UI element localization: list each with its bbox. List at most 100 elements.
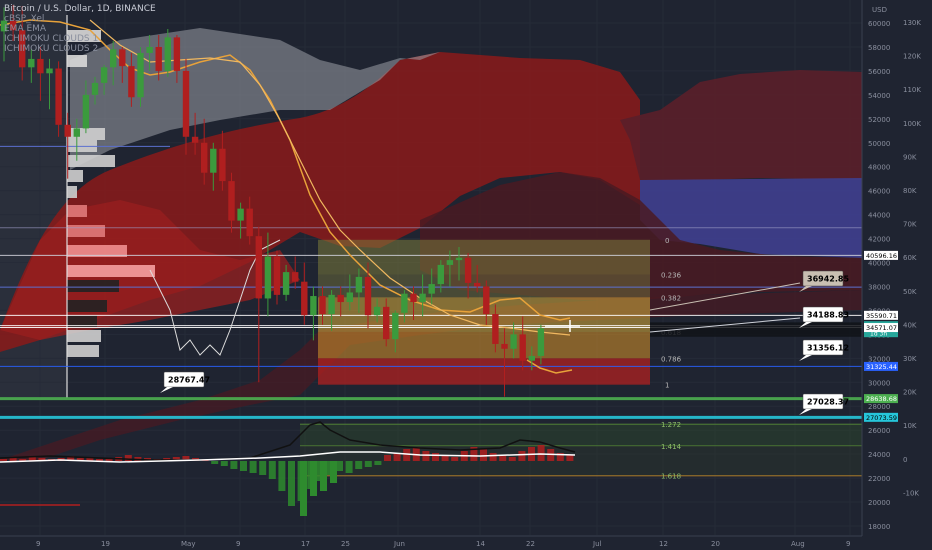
indicator-label[interactable]: cBSP_Xel: [4, 14, 156, 24]
price-axis-tick: 44000: [868, 212, 890, 220]
symbol-title[interactable]: Bitcoin / U.S. Dollar, 1D, BINANCE: [4, 4, 156, 14]
volume-profile-bar: [67, 280, 119, 292]
candle-body: [55, 68, 62, 125]
oscillator-bar: [320, 461, 327, 491]
candle-body: [373, 306, 381, 316]
candle-body: [528, 355, 535, 361]
oscillator-bar: [230, 461, 238, 469]
candle-body: [137, 52, 144, 98]
candle-body: [519, 334, 526, 361]
secondary-axis-tick: 120K: [903, 53, 921, 61]
time-axis-tick: 25: [341, 540, 350, 548]
oscillator-bar: [403, 449, 411, 461]
secondary-axis-tick: 50K: [903, 288, 917, 296]
volume-profile-bar: [67, 225, 105, 237]
price-axis-tick: 28000: [868, 403, 890, 411]
volume-profile-bar: [67, 345, 99, 357]
candle-body: [501, 343, 508, 349]
fib-level-label: 0: [665, 237, 669, 245]
oscillator-bar: [259, 461, 267, 475]
price-axis-label-text: 31325.44: [866, 363, 897, 371]
price-axis-tick: 48000: [868, 164, 890, 172]
time-axis-tick: 9: [846, 540, 850, 548]
time-axis-tick: Aug: [791, 540, 805, 548]
price-axis-label-text: 40596.16: [866, 252, 897, 260]
price-axis-label-text: 28638.68: [866, 395, 897, 403]
chart-window[interactable]: 00.2360.3820.6180.78611.2721.4141.618USD…: [0, 0, 932, 550]
oscillator-bar: [508, 457, 516, 461]
candle-body: [510, 334, 517, 349]
fib-level-label: 1: [665, 382, 669, 390]
candle-body: [464, 257, 472, 283]
fib-level-label: 0.382: [661, 294, 681, 302]
candle-body: [28, 58, 35, 68]
volume-profile-bar: [67, 186, 77, 198]
candle-body: [292, 272, 299, 282]
candle-body: [191, 136, 199, 143]
price-axis-tick: 40000: [868, 260, 890, 268]
price-axis-label-text: 27073.59: [866, 414, 897, 422]
time-axis-tick: 14: [476, 540, 485, 548]
candle-body: [264, 256, 272, 299]
fib-level-label: 1.618: [661, 473, 681, 481]
price-axis-tick: 60000: [868, 20, 890, 28]
candle-body: [301, 281, 308, 316]
volume-profile-bar: [67, 300, 107, 312]
volume-profile-bar: [67, 265, 155, 277]
candle-body: [455, 257, 463, 261]
price-axis-tick: 38000: [868, 283, 890, 291]
fib-zone-0618: [318, 331, 650, 359]
oscillator-bar: [124, 455, 132, 461]
oscillator-bar: [374, 461, 382, 465]
secondary-axis-tick: -10K: [903, 489, 919, 497]
price-axis-label-text: 35590.71: [866, 312, 897, 320]
secondary-axis-tick: 110K: [903, 86, 921, 94]
candle-body: [37, 58, 44, 74]
candle-body: [210, 148, 217, 173]
candle-body: [537, 328, 545, 356]
oscillator-bar: [480, 449, 487, 461]
candle-body: [474, 282, 481, 287]
oscillator-bar: [384, 455, 391, 461]
price-axis-tick: 42000: [868, 236, 890, 244]
candle-body: [383, 306, 390, 340]
oscillator-bar: [240, 461, 247, 471]
oscillator-bar: [278, 461, 286, 491]
price-axis-label-text: 34571.07: [866, 324, 897, 332]
price-axis-tick: 24000: [868, 451, 890, 459]
price-axis-tick: 50000: [868, 140, 890, 148]
volume-profile-bar: [67, 155, 115, 167]
indicator-label[interactable]: ICHIMOKU CLOUDS 1: [4, 34, 156, 44]
chart-header: Bitcoin / U.S. Dollar, 1D, BINANCE cBSP_…: [4, 4, 156, 54]
oscillator-bar: [345, 461, 353, 473]
indicator-label[interactable]: ICHIMOKU CLOUDS 2: [4, 44, 156, 54]
price-axis-tick: 52000: [868, 116, 890, 124]
time-axis-tick: 17: [301, 540, 310, 548]
time-axis-tick: May: [181, 540, 195, 548]
secondary-axis-tick: 100K: [903, 120, 921, 128]
fib-level-label: 0.786: [661, 355, 682, 363]
secondary-axis-tick: 10K: [903, 422, 917, 430]
secondary-axis-tick: 70K: [903, 221, 917, 229]
oscillator-bar: [566, 455, 574, 461]
candle-body: [428, 284, 435, 294]
indicator-label[interactable]: EMA EMA: [4, 24, 156, 34]
time-axis-tick: Jul: [592, 540, 602, 548]
oscillator-bar: [310, 461, 317, 496]
candle-body: [155, 46, 162, 71]
candle-body: [173, 37, 181, 71]
candle-body: [273, 256, 281, 295]
candle-body: [73, 128, 80, 137]
callout-text: 36942.85: [807, 275, 849, 284]
candle-body: [483, 286, 490, 315]
price-axis-tick: 30000: [868, 379, 890, 387]
oscillator-bar: [432, 453, 439, 461]
price-axis-tick: 20000: [868, 499, 890, 507]
secondary-axis-tick: 130K: [903, 19, 921, 27]
fib-zone-0786: [318, 358, 650, 385]
oscillator-bar: [249, 461, 257, 473]
candle-body: [64, 124, 71, 137]
time-axis-tick: 9: [236, 540, 240, 548]
btc-candlestick-chart[interactable]: 00.2360.3820.6180.78611.2721.4141.618USD…: [0, 0, 932, 550]
price-axis-panel: [862, 0, 932, 550]
